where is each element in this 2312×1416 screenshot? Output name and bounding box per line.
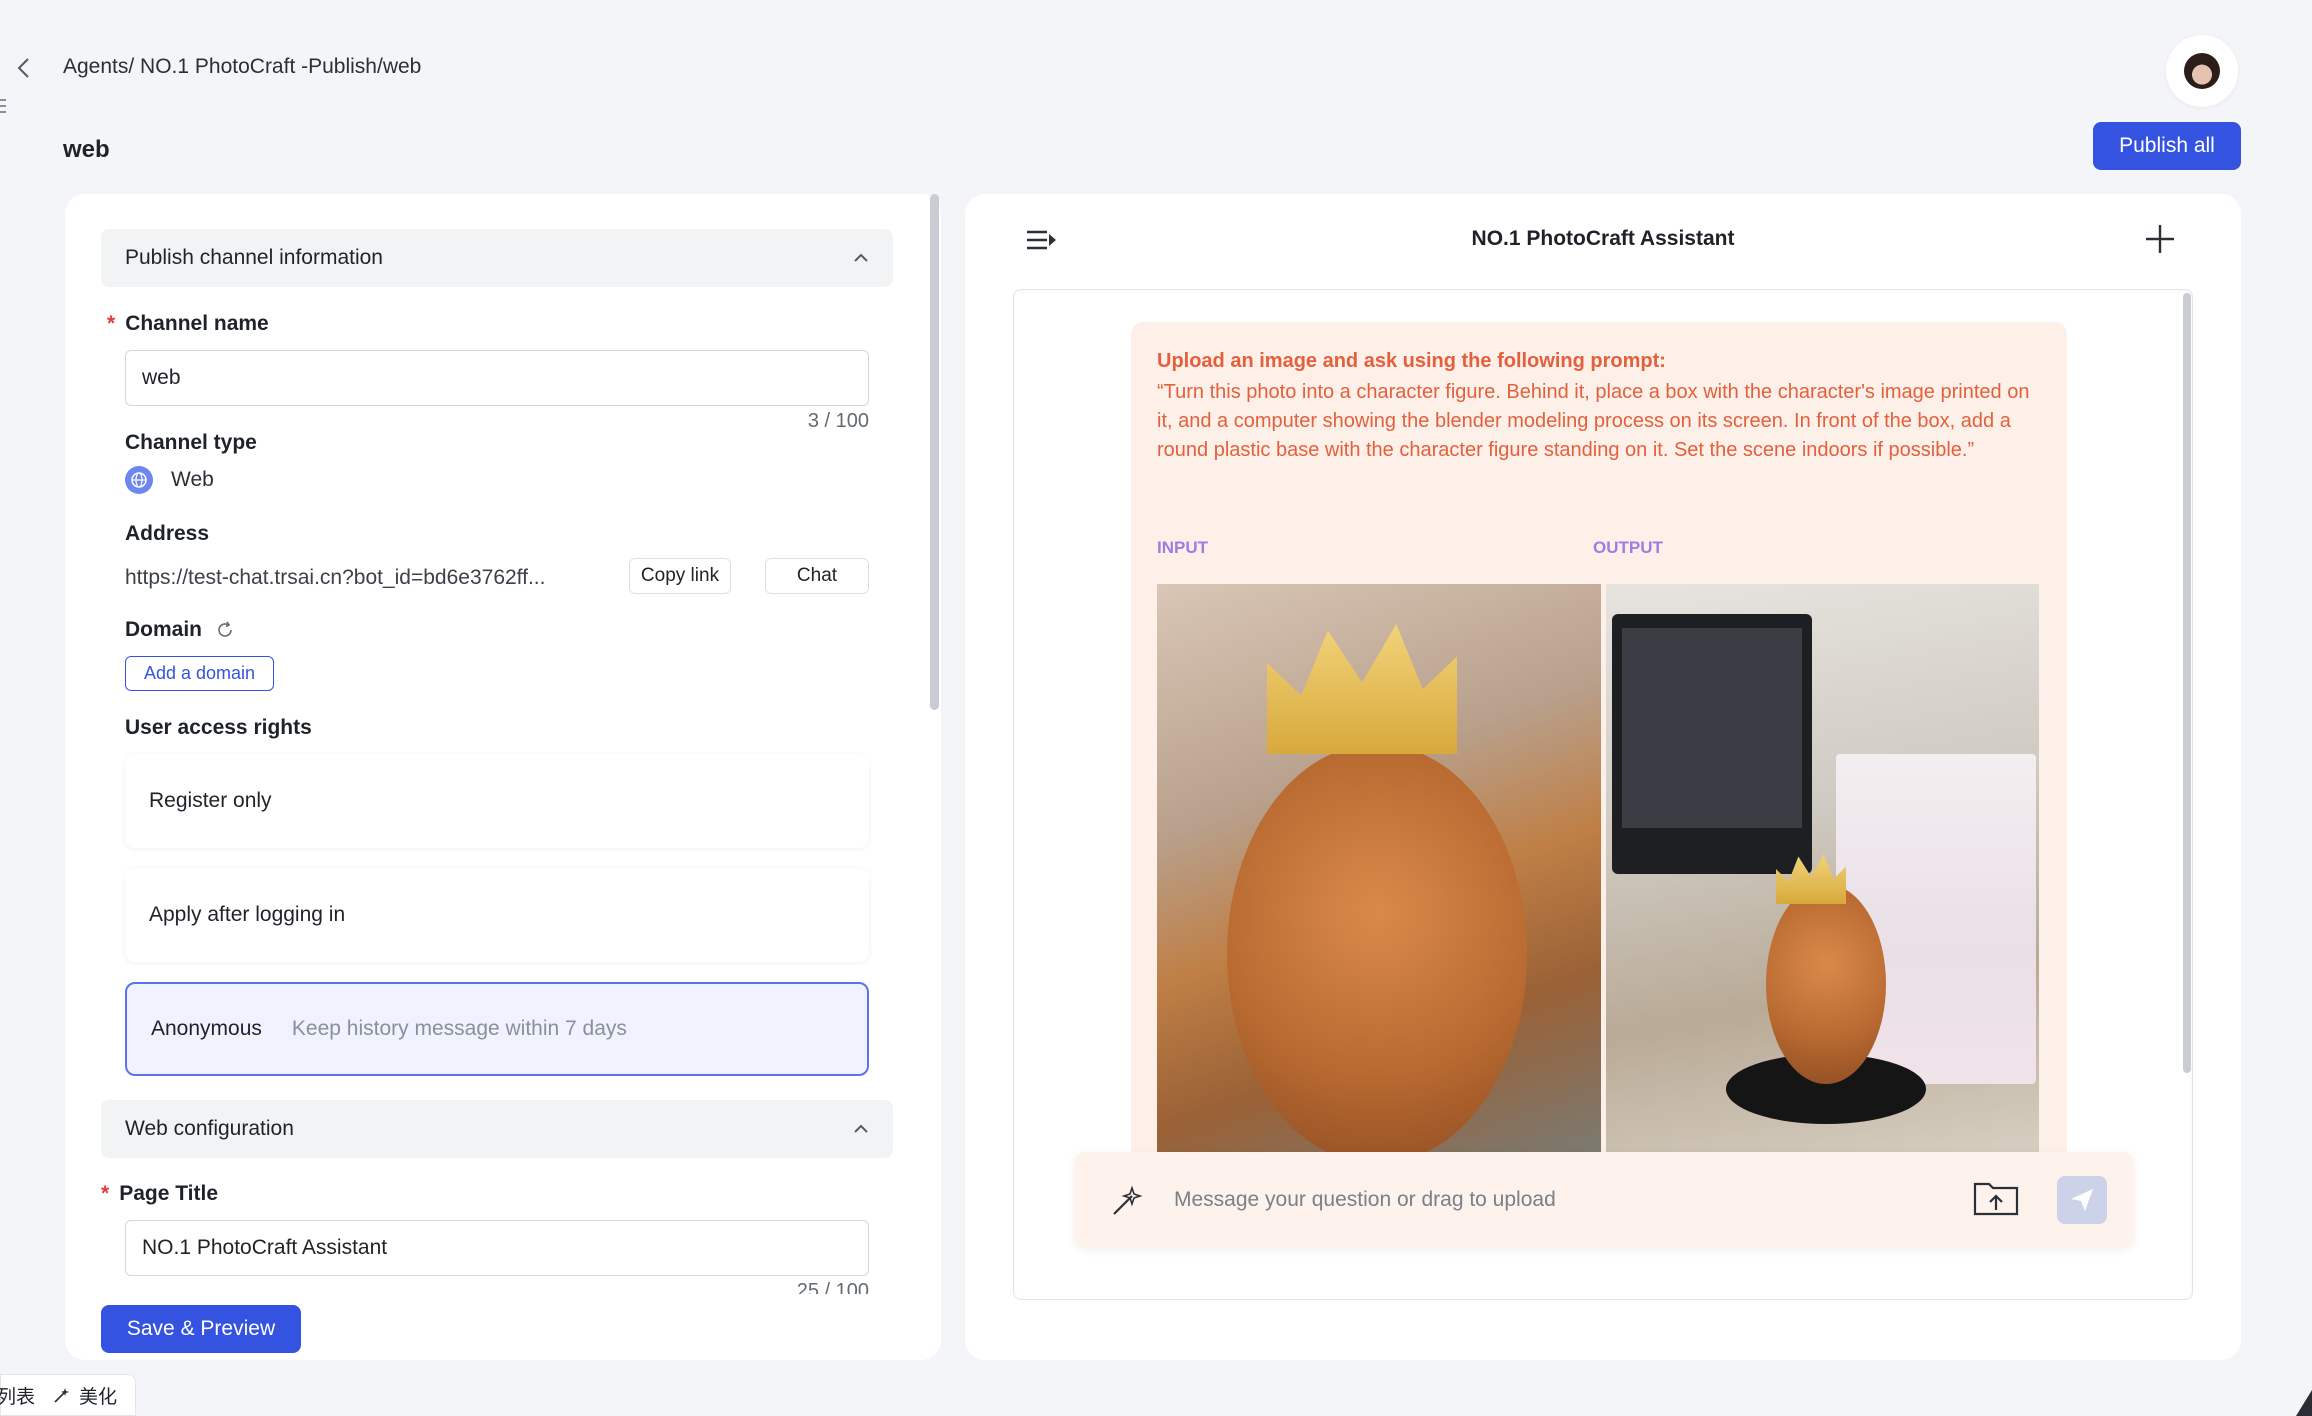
channel-type-value: Web: [125, 466, 214, 494]
access-option-apply-after-login[interactable]: Apply after logging in: [125, 868, 869, 962]
corner-decoration: [2296, 1390, 2312, 1416]
chat-preview-panel: NO.1 PhotoCraft Assistant Upload an imag…: [965, 194, 2241, 1360]
required-mark: *: [101, 1182, 110, 1205]
access-option-anonymous[interactable]: Anonymous Keep history message within 7 …: [125, 982, 869, 1076]
bottom-item-list[interactable]: 列表: [0, 1382, 35, 1409]
page-title: web: [63, 136, 110, 163]
folder-upload-icon[interactable]: [1972, 1178, 2020, 1218]
channel-name-input[interactable]: web: [125, 350, 869, 406]
back-button[interactable]: [12, 54, 36, 82]
channel-name-counter: 3 / 100: [807, 410, 869, 432]
send-button[interactable]: [2057, 1176, 2107, 1224]
output-figure-photo: [1606, 584, 2039, 1154]
settings-footer: Save & Preview: [65, 1294, 941, 1360]
message-input[interactable]: [1174, 1174, 1954, 1226]
publish-all-button[interactable]: Publish all: [2093, 122, 2241, 170]
access-rights-label: User access rights: [125, 716, 312, 739]
page-title-counter: 25 / 100: [796, 1280, 869, 1294]
welcome-message: Upload an image and ask using the follow…: [1131, 322, 2067, 1222]
chat-button[interactable]: Chat: [765, 558, 869, 594]
chevron-up-icon: [854, 1124, 868, 1133]
channel-type-label: Channel type: [125, 431, 257, 454]
top-bar: Agents/ NO.1 PhotoCraft -Publish/web web…: [0, 0, 2312, 170]
message-body: “Turn this photo into a character figure…: [1157, 381, 2030, 461]
anonymous-hint: Keep history message within 7 days: [291, 1017, 627, 1040]
refresh-icon[interactable]: [215, 620, 235, 640]
figure-cat-shape: [1766, 884, 1886, 1084]
section-title: Publish channel information: [125, 246, 383, 269]
globe-icon: [125, 466, 153, 494]
message-title: Upload an image and ask using the follow…: [1157, 350, 1666, 372]
channel-name-label: * Channel name: [107, 312, 269, 335]
magic-wand-icon[interactable]: [1110, 1184, 1144, 1218]
chat-window: Upload an image and ask using the follow…: [1013, 289, 2193, 1300]
cat-shape: [1227, 744, 1527, 1154]
address-url: https://test-chat.trsai.cn?bot_id=bd6e37…: [125, 566, 546, 589]
add-domain-button[interactable]: Add a domain: [125, 656, 274, 691]
bottom-toolbar: 列表 美化: [0, 1374, 136, 1416]
required-mark: *: [107, 312, 116, 335]
wand-icon: [54, 1388, 69, 1403]
monitor-shape: [1612, 614, 1812, 874]
input-label: INPUT: [1157, 538, 1208, 557]
section-title: Web configuration: [125, 1117, 294, 1140]
input-cat-photo: [1157, 584, 1601, 1154]
breadcrumb[interactable]: Agents/ NO.1 PhotoCraft -Publish/web: [63, 55, 421, 79]
page-title-input[interactable]: NO.1 PhotoCraft Assistant: [125, 1220, 869, 1276]
page-title-label: * Page Title: [101, 1182, 219, 1205]
copy-link-button[interactable]: Copy link: [629, 558, 731, 594]
output-label: OUTPUT: [1593, 538, 1663, 557]
settings-scrollbar[interactable]: [930, 194, 939, 710]
publish-settings-panel: Publish channel information * Channel nam…: [65, 194, 941, 1360]
settings-scroll-area[interactable]: Publish channel information * Channel nam…: [65, 194, 941, 1294]
section-web-configuration[interactable]: Web configuration: [101, 1100, 893, 1158]
message-input-bar: [1074, 1152, 2134, 1248]
chevron-up-icon: [854, 253, 868, 262]
chat-title: NO.1 PhotoCraft Assistant: [1471, 227, 1735, 250]
avatar[interactable]: [2166, 35, 2238, 107]
plus-icon[interactable]: [2143, 222, 2177, 256]
chat-scrollbar[interactable]: [2183, 293, 2191, 1073]
domain-label: Domain: [125, 618, 203, 641]
crown-shape: [1267, 624, 1457, 754]
bottom-item-beautify[interactable]: 美化: [53, 1382, 117, 1409]
address-label: Address: [125, 522, 210, 545]
send-icon: [2071, 1189, 2093, 1211]
back-chevron-icon: [17, 58, 29, 78]
save-preview-button[interactable]: Save & Preview: [101, 1305, 301, 1353]
side-handle[interactable]: [0, 95, 8, 121]
access-option-register-only[interactable]: Register only: [125, 754, 869, 848]
avatar-image: [2184, 53, 2220, 89]
section-publish-channel-info[interactable]: Publish channel information: [101, 229, 893, 287]
